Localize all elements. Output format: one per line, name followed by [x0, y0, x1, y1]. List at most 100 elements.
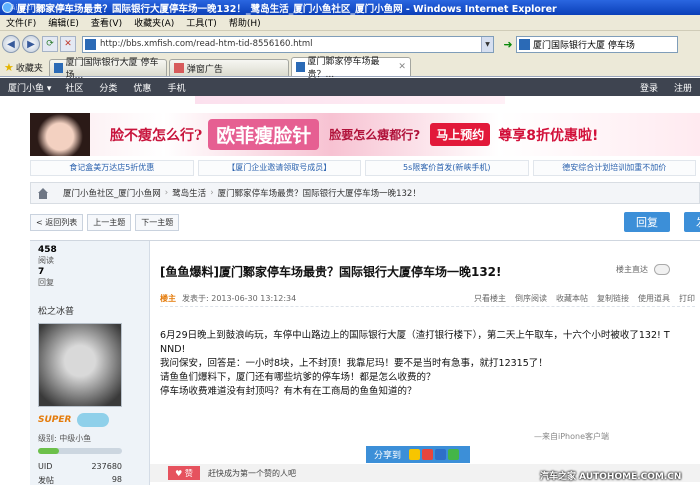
ad-brand: 欧菲瘦脸针 — [208, 119, 320, 150]
promo-link[interactable]: 德安综合计划培训加重不加价 — [532, 160, 696, 176]
author-level: 级别: 中级小鱼 — [38, 434, 92, 443]
share-weibo-icon[interactable] — [422, 449, 434, 460]
tab-search[interactable]: 厦门国际银行大厦 停车场... — [48, 58, 167, 81]
use-tool-link[interactable]: 使用道具 — [638, 293, 670, 304]
back-to-list-button[interactable]: < 返回列表 — [30, 213, 84, 231]
post-date: 发表于: 2013-06-30 13:12:34 — [182, 294, 297, 303]
share-renren-icon[interactable] — [435, 449, 447, 460]
new-post-button[interactable]: 发帖 — [684, 212, 700, 232]
share-bar: 分享到 — [366, 446, 470, 463]
login-link[interactable]: 登录 — [632, 81, 666, 94]
floor-jump: 楼主直达 — [616, 264, 670, 275]
post-actions: 只看楼主 倒序阅读 收藏本帖 复制链接 使用道具 打印 — [465, 293, 695, 304]
author-badges: SUPER — [38, 413, 141, 427]
site-nav: 厦门小鱼 ▾ 社区 分类 优惠 手机 登录 注册 — [0, 78, 700, 96]
share-wechat-icon[interactable] — [448, 449, 460, 460]
site-favicon-icon — [85, 38, 96, 50]
promo-links: 食记盒美万达店5折优惠 【厦门企业邀请领取号成员】 5s限客价首发(新峡手机) … — [30, 160, 700, 176]
post-title: [鱼鱼爆料]厦门鄹家停车场最贵？国际银行大厦停车场一晚132! — [160, 265, 502, 279]
uid-row: UID 237680 — [38, 462, 122, 471]
view-count: 458 — [38, 245, 57, 255]
print-link[interactable]: 打印 — [679, 293, 695, 304]
post-body: 6月29日晚上到鼓浪屿玩，车停中山路边上的国际银行大厦（渣打银行楼下），第二天上… — [160, 329, 690, 399]
post-signature: —来自iPhone客户端 — [534, 432, 610, 441]
reply-label: 回复 — [38, 278, 54, 287]
share-qzone-icon[interactable] — [409, 449, 421, 460]
prev-topic-button[interactable]: 上一主题 — [87, 213, 132, 231]
address-input[interactable]: http://bbs.xmfish.com/read-htm-tid-85561… — [82, 35, 494, 53]
author-name[interactable]: 松之冰普 — [38, 304, 141, 317]
go-arrow-icon[interactable]: ➜ — [500, 36, 516, 52]
back-button[interactable]: ◀ — [2, 35, 20, 53]
thread-pager: < 返回列表 上一主题 下一主题 回复 发帖 — [30, 212, 700, 232]
post-line: 请鱼鱼们爆料下，厦门还有哪些坑爹的停车场！都是怎么收费的？ — [160, 372, 436, 383]
post-line: 6月29日晚上到鼓浪屿玩，车停中山路边上的国际银行大厦（渣打银行楼下），第二天上… — [160, 330, 670, 341]
promo-link[interactable]: 食记盒美万达店5折优惠 — [30, 160, 194, 176]
tabs-bar: ★ 收藏夹 厦门国际银行大厦 停车场... 弹窗广告 厦门鄹家停车场最贵？...… — [0, 57, 700, 81]
uid-label: UID — [38, 462, 53, 471]
promo-link[interactable]: 【厦门企业邀请领取号成员】 — [197, 160, 361, 176]
floor-jump-label: 楼主直达 — [616, 265, 648, 274]
share-label: 分享到 — [374, 451, 402, 461]
home-icon[interactable] — [37, 187, 49, 199]
ad-question-2: 脸要怎么瘦都行? — [329, 128, 421, 142]
breadcrumb-site[interactable]: 厦门小鱼社区_厦门小鱼网 — [63, 187, 161, 199]
window-title-bar: 厦门鄹家停车场最贵？国际银行大厦停车场一晚132！_鹭岛生活_厦门小鱼社区_厦门… — [0, 0, 700, 15]
favorite-post-link[interactable]: 收藏本帖 — [556, 293, 588, 304]
breadcrumb: 厦门小鱼社区_厦门小鱼网 › 鹭岛生活 › 厦门鄹家停车场最贵？国际银行大厦停车… — [30, 182, 700, 204]
menu-file[interactable]: 文件(F) — [0, 16, 42, 29]
tab-popup[interactable]: 弹窗广告 — [168, 59, 289, 76]
star-icon: ★ — [4, 60, 14, 74]
register-link[interactable]: 注册 — [666, 81, 700, 94]
favorites-button[interactable]: ★ 收藏夹 — [0, 58, 47, 76]
post-line: 停车场收费难道没有封顶吗？有木有在工商局的鱼鱼知道的？ — [160, 386, 417, 397]
like-prompt: 赶快成为第一个赞的人吧 — [208, 468, 296, 478]
ad-book-button[interactable]: 马上预约 — [430, 123, 491, 146]
menu-tools[interactable]: 工具(T) — [180, 16, 223, 29]
menu-edit[interactable]: 编辑(E) — [42, 16, 85, 29]
level-progress-fill — [38, 448, 59, 454]
nav-community[interactable]: 社区 — [57, 81, 91, 94]
stop-button[interactable]: ✕ — [60, 36, 76, 52]
address-url: http://bbs.xmfish.com/read-htm-tid-85561… — [100, 39, 313, 49]
breadcrumb-forum[interactable]: 鹭岛生活 — [172, 187, 206, 199]
tab-favicon-icon — [173, 63, 184, 73]
menu-favorites[interactable]: 收藏夹(A) — [128, 16, 180, 29]
only-op-link[interactable]: 只看楼主 — [474, 293, 506, 304]
nav-classified[interactable]: 分类 — [91, 81, 125, 94]
cloud-badge-icon — [77, 413, 110, 427]
ad-banner[interactable]: 脸不瘦怎么行? 欧菲瘦脸针 脸要怎么瘦都行? 马上预约 尊享8折优惠啦! — [30, 113, 700, 156]
address-dropdown-icon[interactable]: ▼ — [481, 36, 493, 52]
site-brand[interactable]: 厦门小鱼 ▾ — [0, 81, 57, 94]
nav-deals[interactable]: 优惠 — [125, 81, 159, 94]
reply-button[interactable]: 回复 — [624, 212, 670, 232]
tab-favicon-icon — [295, 62, 305, 72]
menu-help[interactable]: 帮助(H) — [223, 16, 267, 29]
post: 458 阅读 7 回复 松之冰普 SUPER 级别: 中级小鱼 UID 2376… — [30, 240, 700, 485]
super-badge: SUPER — [38, 415, 72, 425]
overlay-watermark: Ainkthutoe.com — [10, 3, 74, 12]
ad-question-1: 脸不瘦怎么行? — [110, 127, 203, 144]
search-input[interactable]: 厦门国际银行大厦 停车场 — [516, 35, 678, 53]
menu-view[interactable]: 查看(V) — [85, 16, 128, 29]
next-topic-button[interactable]: 下一主题 — [135, 213, 180, 231]
reply-count: 7 — [38, 267, 45, 277]
avatar[interactable] — [38, 323, 122, 407]
posts-label: 发帖 — [38, 476, 54, 485]
tab-close-icon[interactable]: ✕ — [398, 62, 406, 72]
post-line: NND! — [160, 344, 186, 355]
favorites-label: 收藏夹 — [15, 63, 43, 74]
reverse-order-link[interactable]: 倒序阅读 — [515, 293, 547, 304]
nav-mobile[interactable]: 手机 — [159, 81, 193, 94]
tab-current[interactable]: 厦门鄹家停车场最贵？... ✕ — [290, 57, 411, 80]
floor-jump-toggle[interactable] — [654, 264, 670, 275]
search-value: 厦门国际银行大厦 停车场 — [533, 40, 635, 51]
forward-button[interactable]: ▶ — [22, 35, 40, 53]
copy-link[interactable]: 复制链接 — [597, 293, 629, 304]
tab-label: 弹窗广告 — [186, 64, 223, 75]
op-badge: 楼主 — [160, 294, 176, 303]
posts-value: 98 — [111, 475, 122, 484]
refresh-button[interactable]: ⟳ — [42, 36, 58, 52]
promo-link[interactable]: 5s限客价首发(新峡手机) — [365, 160, 529, 176]
like-button[interactable]: ♥ 赞 — [168, 466, 200, 480]
